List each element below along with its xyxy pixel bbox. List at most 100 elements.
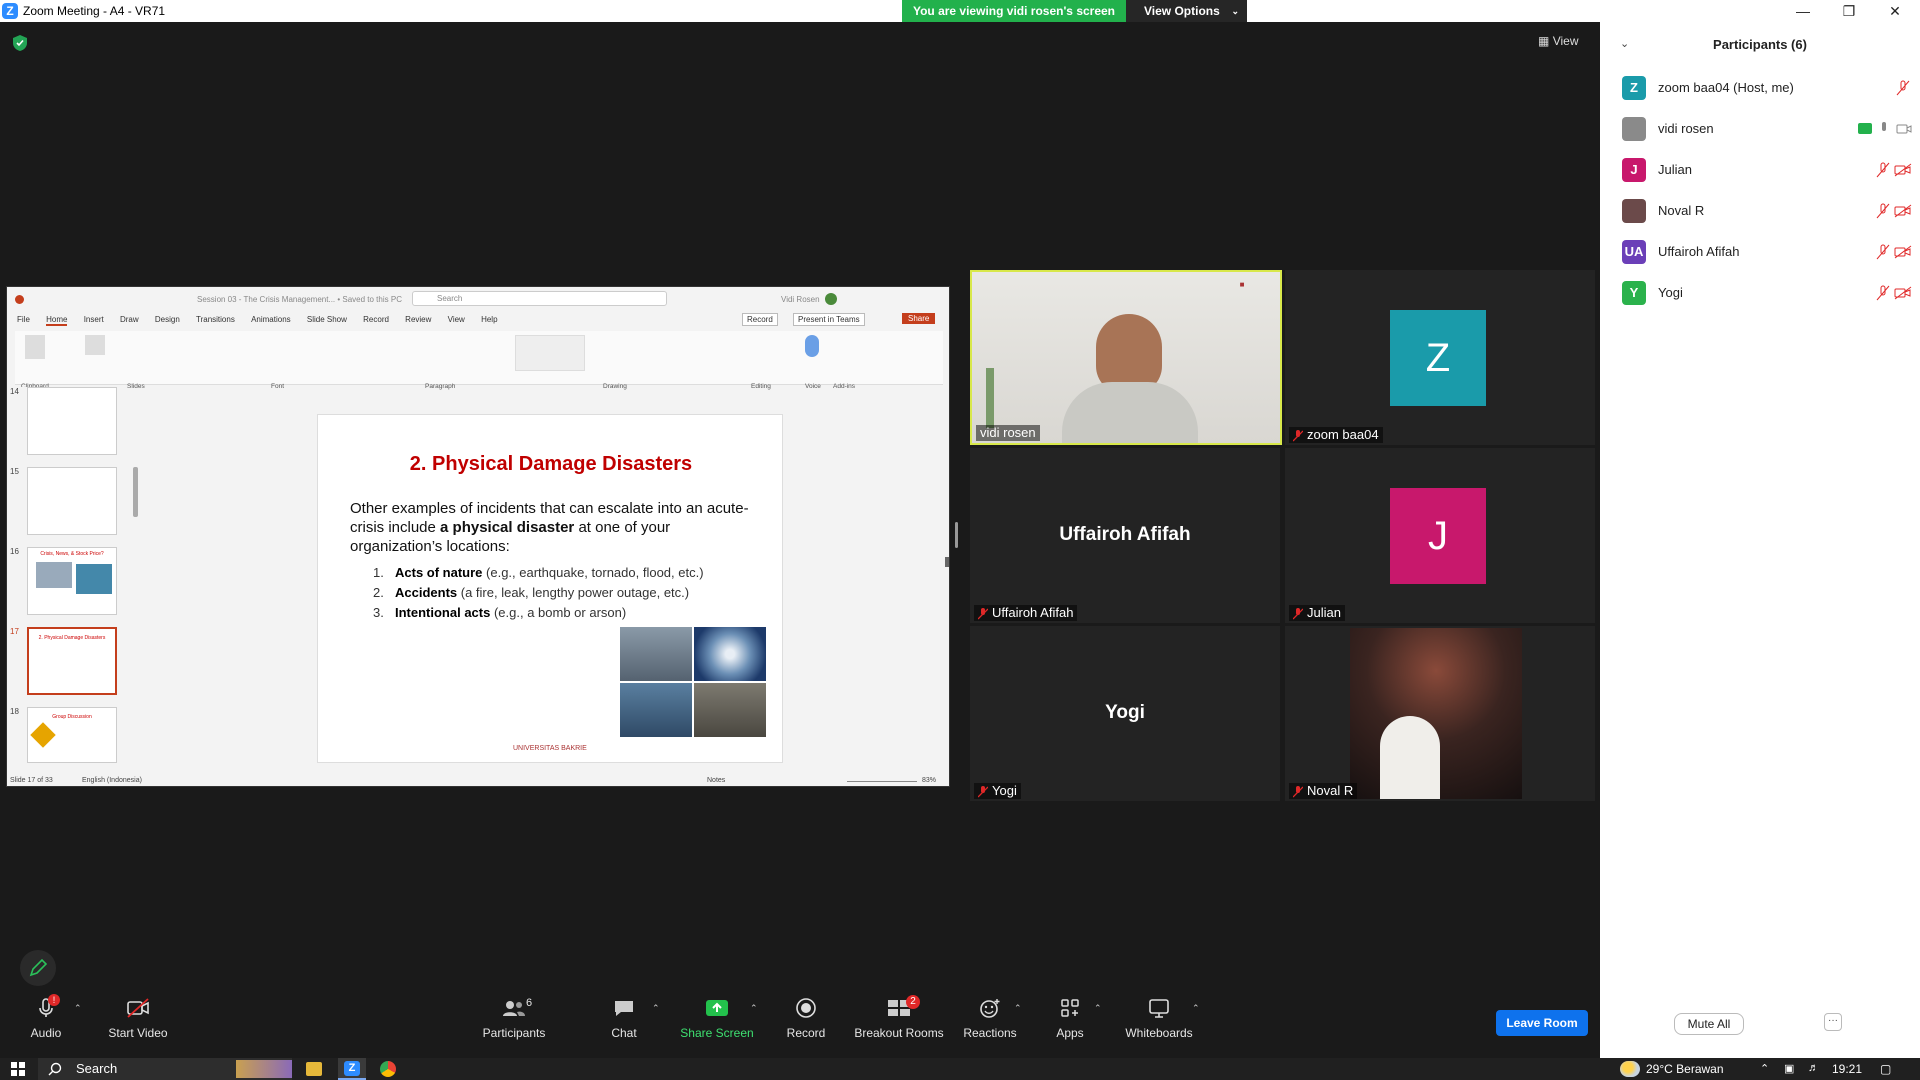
tab-insert[interactable]: Insert xyxy=(84,315,104,324)
whiteboards-options-caret[interactable]: ⌃ xyxy=(1192,1003,1200,1014)
record-button[interactable]: Record xyxy=(786,997,826,1040)
shapes-gallery[interactable] xyxy=(515,335,585,371)
restore-button[interactable]: ❐ xyxy=(1826,0,1872,22)
tab-slide-show[interactable]: Slide Show xyxy=(307,315,347,324)
video-tile[interactable]: Uffairoh Afifah Uffairoh Afifah xyxy=(970,448,1280,623)
tab-review[interactable]: Review xyxy=(405,315,431,324)
zoom-taskbar-button[interactable]: Z xyxy=(338,1058,366,1080)
tab-file[interactable]: File xyxy=(17,315,30,324)
tab-animations[interactable]: Animations xyxy=(251,315,291,324)
mic-muted-icon[interactable] xyxy=(1876,203,1890,219)
view-button[interactable]: ▦ View xyxy=(1538,34,1578,48)
participant-row[interactable]: UA Uffairoh Afifah xyxy=(1622,238,1912,266)
video-off-icon[interactable] xyxy=(1894,163,1912,177)
reactions-options-caret[interactable]: ⌃ xyxy=(1014,1003,1022,1014)
ribbon-group-add-ins: Add-ins xyxy=(833,383,856,390)
tab-home[interactable]: Home xyxy=(46,315,68,326)
annotate-pencil-button[interactable] xyxy=(20,950,56,986)
tile-name-label: zoom baa04 xyxy=(1307,427,1379,442)
video-off-icon[interactable] xyxy=(1894,204,1912,218)
new-slide-icon[interactable] xyxy=(85,335,105,355)
notification-icon[interactable]: ▢ xyxy=(1880,1062,1891,1076)
university-logo-icon: ■ xyxy=(1239,280,1245,289)
splitter-handle[interactable] xyxy=(955,522,958,548)
record-ribbon-button[interactable]: Record xyxy=(742,313,778,326)
present-in-teams-button[interactable]: Present in Teams xyxy=(793,313,865,326)
weather-icon[interactable] xyxy=(1620,1061,1640,1077)
apps-button[interactable]: Apps xyxy=(1050,997,1090,1040)
tab-help[interactable]: Help xyxy=(481,315,497,324)
tab-view[interactable]: View xyxy=(448,315,465,324)
thumbnail-scrollbar[interactable] xyxy=(133,467,138,517)
share-screen-button[interactable]: Share Screen xyxy=(680,997,754,1040)
file-explorer-icon[interactable] xyxy=(306,1062,322,1076)
start-video-button[interactable]: Start Video xyxy=(106,997,170,1040)
notes-button[interactable]: Notes xyxy=(707,777,725,784)
tab-draw[interactable]: Draw xyxy=(120,315,139,324)
audio-button[interactable]: ! Audio xyxy=(26,994,66,1040)
share-ribbon-button[interactable]: Share xyxy=(902,313,936,324)
network-icon[interactable]: ▣ xyxy=(1784,1062,1794,1075)
video-off-icon[interactable] xyxy=(1894,245,1912,259)
clock[interactable]: 19:21 xyxy=(1832,1062,1862,1076)
video-camera-icon[interactable] xyxy=(1896,123,1912,135)
chat-button[interactable]: Chat xyxy=(604,997,644,1040)
powerpoint-statusbar: Slide 17 of 33 English (Indonesia) Notes… xyxy=(7,774,949,786)
microphone-icon[interactable] xyxy=(1878,121,1890,137)
paste-icon[interactable] xyxy=(25,335,45,359)
participant-row[interactable]: Z zoom baa04 (Host, me) xyxy=(1622,74,1912,102)
mic-muted-icon[interactable] xyxy=(1876,285,1890,301)
video-tile[interactable]: Yogi Yogi xyxy=(970,626,1280,801)
participant-status-icons xyxy=(1852,121,1912,137)
slide-thumbnail[interactable] xyxy=(27,467,117,535)
audio-options-caret[interactable]: ⌃ xyxy=(74,1003,82,1014)
reactions-button[interactable]: Reactions xyxy=(962,997,1018,1040)
slide-thumbnail[interactable]: Group Discussion xyxy=(27,707,117,763)
volume-icon[interactable]: ♬ xyxy=(1808,1062,1819,1074)
leave-room-button[interactable]: Leave Room xyxy=(1496,1010,1588,1036)
video-off-icon[interactable] xyxy=(1894,286,1912,300)
breakout-rooms-button[interactable]: 2 Breakout Rooms xyxy=(854,995,944,1040)
tab-record[interactable]: Record xyxy=(363,315,389,324)
participants-button[interactable]: 6 Participants xyxy=(482,997,546,1040)
mic-muted-icon[interactable] xyxy=(1876,162,1890,178)
participant-row[interactable]: vidi rosen xyxy=(1622,115,1912,143)
video-tile[interactable]: Z zoom baa04 xyxy=(1285,270,1595,445)
video-tile-active-speaker[interactable]: ■ vidi rosen xyxy=(970,270,1282,445)
participant-row[interactable]: J Julian xyxy=(1622,156,1912,184)
slide-thumbnail[interactable] xyxy=(27,387,117,455)
minimize-button[interactable]: — xyxy=(1780,0,1826,22)
tab-transitions[interactable]: Transitions xyxy=(196,315,235,324)
slide-scrollbar[interactable] xyxy=(945,557,949,567)
apps-options-caret[interactable]: ⌃ xyxy=(1094,1003,1102,1014)
disaster-photos xyxy=(620,627,766,737)
participant-row[interactable]: Y Yogi xyxy=(1622,279,1912,307)
earthquake-photo xyxy=(620,627,692,681)
mute-all-button[interactable]: Mute All xyxy=(1674,1013,1744,1035)
video-tile[interactable]: Noval R xyxy=(1285,626,1595,801)
slide-thumbnail-selected[interactable]: 2. Physical Damage Disasters xyxy=(27,627,117,695)
mic-muted-icon[interactable] xyxy=(1876,244,1890,260)
app-search-box[interactable]: Search xyxy=(412,291,667,306)
slide-thumbnail[interactable]: Crisis, News, & Stock Price? xyxy=(27,547,117,615)
microphone-icon[interactable] xyxy=(805,335,819,357)
more-options-button[interactable]: ··· xyxy=(1824,1013,1842,1031)
weather-text[interactable]: 29°C Berawan xyxy=(1646,1062,1724,1076)
view-options-button[interactable]: View Options ⌄ xyxy=(1126,0,1247,22)
slide-canvas[interactable]: 2. Physical Damage Disasters Other examp… xyxy=(317,414,783,763)
whiteboards-button[interactable]: Whiteboards xyxy=(1122,997,1196,1040)
participant-row[interactable]: Noval R xyxy=(1622,197,1912,225)
mic-muted-icon[interactable] xyxy=(1896,80,1910,96)
shield-icon[interactable] xyxy=(12,34,28,52)
windows-start-icon[interactable] xyxy=(11,1062,25,1076)
chat-options-caret[interactable]: ⌃ xyxy=(652,1003,660,1014)
video-tile[interactable]: J Julian xyxy=(1285,448,1595,623)
shared-screen[interactable]: Session 03 - The Crisis Management... • … xyxy=(6,286,950,787)
close-button[interactable]: ✕ xyxy=(1872,0,1918,22)
tray-chevron-icon[interactable]: ⌃ xyxy=(1760,1062,1769,1075)
share-options-caret[interactable]: ⌃ xyxy=(750,1003,758,1014)
share-screen-label: Share Screen xyxy=(680,1026,754,1040)
tab-design[interactable]: Design xyxy=(155,315,180,324)
zoom-slider[interactable] xyxy=(847,781,917,782)
chrome-icon[interactable] xyxy=(380,1061,396,1077)
